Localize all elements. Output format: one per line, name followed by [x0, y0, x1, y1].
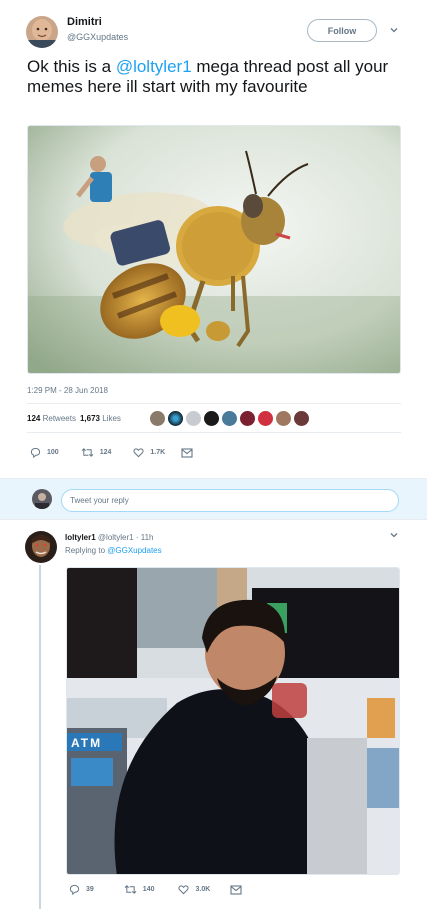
message-icon — [230, 884, 242, 895]
retweet-button[interactable]: 124 — [81, 447, 112, 458]
like-count: 3.0K — [195, 886, 211, 893]
replying-to-link[interactable]: @GGXupdates — [107, 546, 161, 555]
reply-composer: Tweet your reply — [0, 478, 427, 520]
retweets-stat[interactable]: 124 Retweets — [27, 414, 76, 423]
tweet-photo-bee[interactable] — [27, 125, 401, 374]
tweet-actions: 100 124 1.7K — [30, 447, 193, 458]
divider — [27, 432, 401, 433]
liker-avatars — [150, 411, 309, 426]
likes-stat[interactable]: 1,673 Likes — [80, 414, 121, 423]
replying-to: Replying to @GGXupdates — [65, 546, 162, 555]
retweets-label: Retweets — [42, 414, 76, 423]
reply-count: 39 — [86, 886, 94, 893]
thread-line — [39, 565, 41, 909]
like-icon — [133, 448, 144, 458]
liker-avatar[interactable] — [168, 411, 183, 426]
reply-author-avatar[interactable] — [25, 531, 57, 563]
reply-icon — [30, 447, 41, 458]
atm-sign: ATM — [71, 736, 102, 750]
reply-count: 100 — [47, 449, 59, 456]
message-icon — [181, 447, 193, 458]
tweet-timestamp[interactable]: 1:29 PM - 28 Jun 2018 — [27, 386, 108, 395]
liker-avatar[interactable] — [150, 411, 165, 426]
retweet-count: 140 — [142, 886, 155, 893]
like-button[interactable]: 3.0K — [178, 884, 210, 895]
retweets-count: 124 — [27, 414, 41, 423]
chevron-down-icon[interactable] — [389, 25, 399, 35]
liker-avatar[interactable] — [204, 411, 219, 426]
like-button[interactable]: 1.7K — [133, 447, 165, 458]
liker-avatar[interactable] — [240, 411, 255, 426]
replying-prefix: Replying to — [65, 546, 108, 555]
retweet-count: 124 — [99, 449, 112, 456]
tweet-text-start: Ok this is a — [27, 57, 116, 76]
direct-message-button[interactable] — [181, 447, 193, 458]
liker-avatar[interactable] — [294, 411, 309, 426]
liker-avatar[interactable] — [258, 411, 273, 426]
follow-button[interactable]: Follow — [307, 19, 377, 42]
direct-message-button[interactable] — [230, 884, 242, 895]
reply-button[interactable]: 39 — [69, 884, 94, 895]
retweet-icon — [124, 885, 137, 894]
author-name[interactable]: Dimitri — [67, 16, 102, 28]
reply-photo[interactable]: ATM — [66, 567, 400, 875]
reply-tweet-actions: 39 140 3.0K — [69, 884, 242, 895]
retweet-button[interactable]: 140 — [124, 884, 155, 895]
retweet-icon — [81, 448, 94, 457]
mention-link[interactable]: @loltyler1 — [116, 57, 192, 76]
reply-time[interactable]: · 11h — [136, 533, 154, 542]
liker-avatar[interactable] — [186, 411, 201, 426]
divider — [27, 403, 401, 404]
reply-author-line: loltyler1 @loltyler1 · 11h — [65, 533, 153, 542]
like-count: 1.7K — [150, 449, 166, 456]
reply-button[interactable]: 100 — [30, 447, 59, 458]
tweet-stats: 124 Retweets 1,673 Likes — [27, 414, 121, 423]
reply-author-name[interactable]: loltyler1 — [65, 533, 96, 542]
likes-label: Likes — [102, 414, 121, 423]
reply-icon — [69, 884, 80, 895]
likes-count: 1,673 — [79, 414, 100, 423]
current-user-avatar[interactable] — [32, 489, 52, 509]
author-avatar[interactable] — [26, 16, 58, 48]
tweet-text: Ok this is a @loltyler1 mega thread post… — [27, 57, 407, 97]
liker-avatar[interactable] — [222, 411, 237, 426]
author-handle[interactable]: @GGXupdates — [67, 32, 128, 42]
chevron-down-icon[interactable] — [389, 530, 399, 540]
reply-author-handle[interactable]: @loltyler1 — [98, 533, 134, 542]
reply-input[interactable]: Tweet your reply — [61, 489, 399, 512]
like-icon — [178, 885, 190, 895]
liker-avatar[interactable] — [276, 411, 291, 426]
